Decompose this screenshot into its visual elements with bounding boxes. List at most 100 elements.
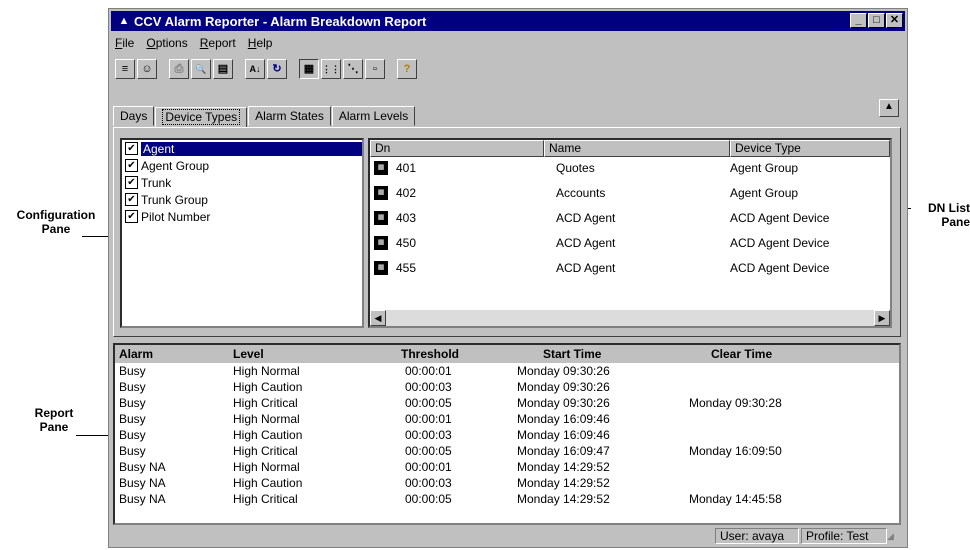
title-bar[interactable]: ▲ CCV Alarm Reporter - Alarm Breakdown R… <box>111 11 905 31</box>
report-col-clear-time[interactable]: Clear Time <box>711 347 772 361</box>
report-row[interactable]: Busy High Normal 00:00:01 Monday 09:30:26 <box>115 363 899 379</box>
close-icon[interactable]: ✕ <box>886 13 903 28</box>
report-cell-alarm: Busy <box>119 444 146 458</box>
report-row[interactable]: Busy High Normal 00:00:01 Monday 16:09:46 <box>115 411 899 427</box>
small-icons-icon[interactable]: ⋮⋮ <box>321 59 341 79</box>
tab-device-types[interactable]: Device Types <box>155 107 248 128</box>
collapse-up-icon[interactable]: ▲ <box>879 99 899 117</box>
dn-row[interactable]: ▦ 401 Quotes Agent Group <box>370 157 890 182</box>
callout-report-pane: Report Pane <box>24 406 84 434</box>
dn-row[interactable]: ▦ 455 ACD Agent ACD Agent Device <box>370 257 890 282</box>
report-cell-clear: Monday 14:45:58 <box>689 492 782 506</box>
maximize-icon[interactable]: □ <box>868 13 885 28</box>
name-cell: ACD Agent <box>556 211 616 225</box>
config-item-pilot-number[interactable]: ✔ Pilot Number <box>122 208 362 225</box>
report-cell-level: High Critical <box>233 396 298 410</box>
checkbox-checked-icon[interactable]: ✔ <box>125 159 138 172</box>
config-item-agent[interactable]: ✔ Agent <box>122 140 362 157</box>
menu-report[interactable]: Report <box>200 36 236 50</box>
tab-days-label: Days <box>120 109 148 123</box>
report-cell-start: Monday 09:30:26 <box>517 364 610 378</box>
resize-grip-icon[interactable]: ◢ <box>887 531 899 543</box>
report-row[interactable]: Busy NA High Critical 00:00:05 Monday 14:29… <box>115 491 899 507</box>
report-cell-start: Monday 16:09:46 <box>517 412 610 426</box>
print-preview-icon[interactable]: 🔍 <box>191 59 211 79</box>
horizontal-scrollbar[interactable]: ◀ ▶ <box>370 310 890 326</box>
report-row[interactable]: Busy NA High Caution 00:00:03 Monday 14:29:… <box>115 475 899 491</box>
name-cell: ACD Agent <box>556 261 616 275</box>
type-cell: ACD Agent Device <box>730 236 830 250</box>
tab-days[interactable]: Days <box>113 106 155 126</box>
tab-alarm-states-label: Alarm States <box>255 109 324 123</box>
app-icon[interactable]: ▲ <box>117 15 131 27</box>
report-cell-clear: Monday 09:30:28 <box>689 396 782 410</box>
report-rows: Busy High Normal 00:00:01 Monday 09:30:26 Bu… <box>115 363 899 507</box>
report-icon[interactable]: ▤ <box>213 59 233 79</box>
report-row[interactable]: Busy NA High Normal 00:00:01 Monday 14:29:5… <box>115 459 899 475</box>
callout-dn-line2: Pane <box>941 215 970 229</box>
column-header-dn[interactable]: Dn <box>370 140 544 157</box>
dn-cell: 455 <box>396 261 417 275</box>
report-col-alarm[interactable]: Alarm <box>119 347 153 361</box>
dn-row[interactable]: ▦ 402 Accounts Agent Group <box>370 182 890 207</box>
report-cell-start: Monday 16:09:47 <box>517 444 610 458</box>
report-cell-level: High Critical <box>233 492 298 506</box>
scroll-right-icon[interactable]: ▶ <box>874 310 890 326</box>
report-col-threshold[interactable]: Threshold <box>401 347 459 361</box>
print-icon[interactable]: ⎙ <box>169 59 189 79</box>
report-row[interactable]: Busy High Caution 00:00:03 Monday 16:09:46 <box>115 427 899 443</box>
report-cell-alarm: Busy <box>119 396 146 410</box>
report-cell-level: High Normal <box>233 364 300 378</box>
column-header-name[interactable]: Name <box>544 140 730 157</box>
dn-cell: 401 <box>396 161 417 175</box>
refresh-icon[interactable]: ↻ <box>267 59 287 79</box>
callout-config-line2: Pane <box>41 222 71 236</box>
report-header: Alarm Level Threshold Start Time Clear T… <box>115 345 899 363</box>
menu-options[interactable]: Options <box>146 36 187 50</box>
report-cell-start: Monday 09:30:26 <box>517 380 610 394</box>
dn-cell: 402 <box>396 186 417 200</box>
help-icon[interactable]: ? <box>397 59 417 79</box>
report-row[interactable]: Busy High Caution 00:00:03 Monday 09:30:26 <box>115 379 899 395</box>
report-cell-threshold: 00:00:01 <box>405 460 452 474</box>
config-item-trunk-group[interactable]: ✔ Trunk Group <box>122 191 362 208</box>
report-row[interactable]: Busy High Critical 00:00:05 Monday 09:30:26… <box>115 395 899 411</box>
type-cell: Agent Group <box>730 161 799 175</box>
report-pane: Alarm Level Threshold Start Time Clear T… <box>113 343 901 525</box>
sort-icon[interactable]: A↓ <box>245 59 265 79</box>
report-cell-clear: Monday 16:09:50 <box>689 444 782 458</box>
column-header-device-type[interactable]: Device Type <box>730 140 890 157</box>
user-icon[interactable]: ☺ <box>137 59 157 79</box>
menu-file[interactable]: File <box>115 36 134 50</box>
phone-device-icon: ▦ <box>374 161 388 175</box>
checkbox-checked-icon[interactable]: ✔ <box>125 142 138 155</box>
config-item-agent-group[interactable]: ✔ Agent Group <box>122 157 362 174</box>
print-settings-icon[interactable]: ≡ <box>115 59 135 79</box>
dn-row[interactable]: ▦ 450 ACD Agent ACD Agent Device <box>370 232 890 257</box>
report-cell-alarm: Busy <box>119 380 146 394</box>
report-cell-threshold: 00:00:01 <box>405 364 452 378</box>
report-cell-threshold: 00:00:05 <box>405 396 452 410</box>
large-icons-icon[interactable]: ▦ <box>299 59 319 79</box>
menu-help[interactable]: Help <box>248 36 273 50</box>
tab-alarm-levels[interactable]: Alarm Levels <box>331 106 416 126</box>
minimize-icon[interactable]: _ <box>850 13 867 28</box>
tab-alarm-states[interactable]: Alarm States <box>248 106 331 126</box>
config-item-label: Agent Group <box>141 158 210 173</box>
list-icon[interactable]: ⋱ <box>343 59 363 79</box>
callout-report-line1: Report <box>34 406 74 420</box>
details-icon[interactable]: ▫ <box>365 59 385 79</box>
report-col-start-time[interactable]: Start Time <box>543 347 601 361</box>
window-controls: _ □ ✕ <box>849 13 903 28</box>
checkbox-checked-icon[interactable]: ✔ <box>125 210 138 223</box>
report-col-level[interactable]: Level <box>233 347 264 361</box>
scroll-track[interactable] <box>386 310 874 326</box>
scroll-left-icon[interactable]: ◀ <box>370 310 386 326</box>
report-cell-threshold: 00:00:03 <box>405 428 452 442</box>
dn-row[interactable]: ▦ 403 ACD Agent ACD Agent Device <box>370 207 890 232</box>
checkbox-checked-icon[interactable]: ✔ <box>125 176 138 189</box>
report-row[interactable]: Busy High Critical 00:00:05 Monday 16:09:47… <box>115 443 899 459</box>
status-profile: Profile: Test <box>801 528 887 544</box>
checkbox-checked-icon[interactable]: ✔ <box>125 193 138 206</box>
config-item-trunk[interactable]: ✔ Trunk <box>122 174 362 191</box>
